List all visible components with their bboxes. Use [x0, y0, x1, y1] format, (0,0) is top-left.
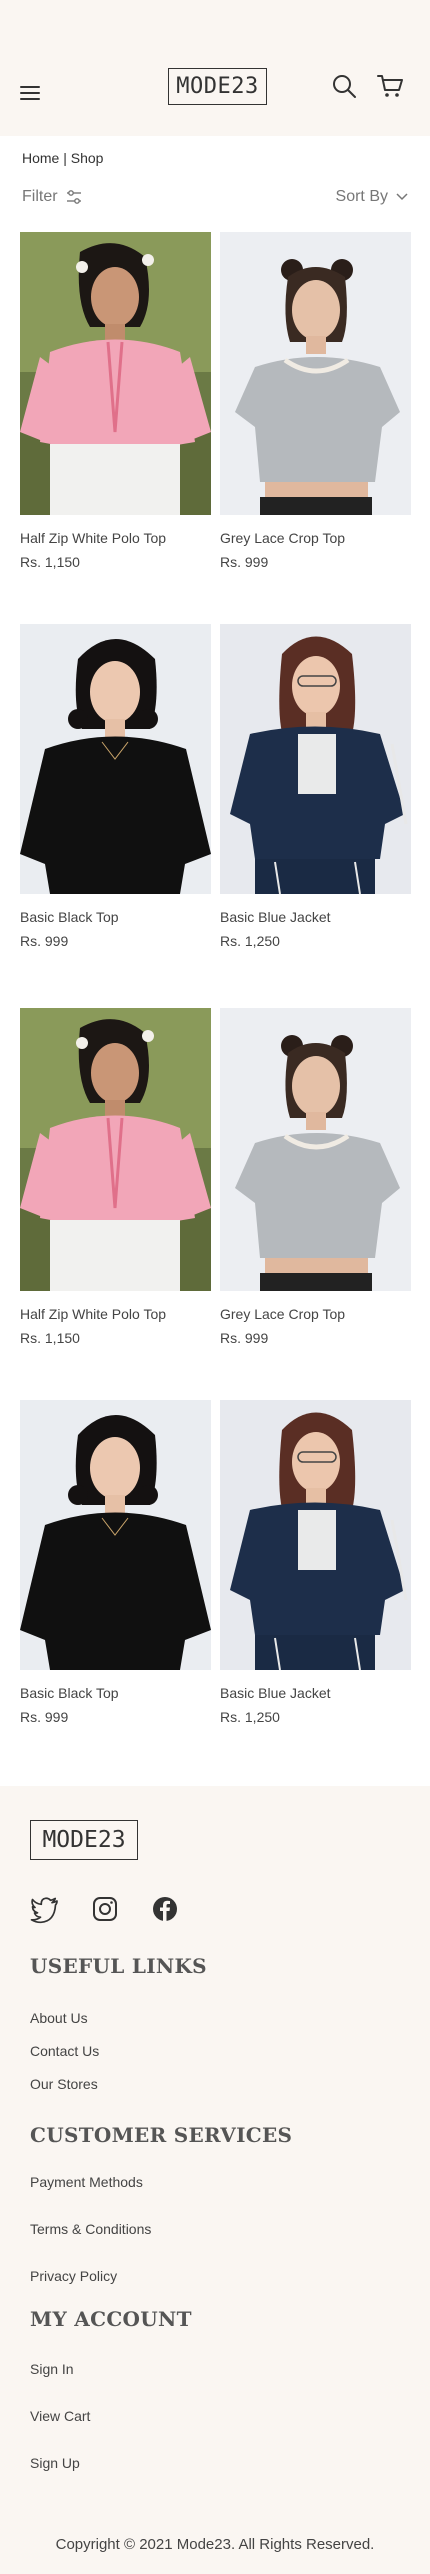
- product-name[interactable]: Grey Lace Crop Top: [220, 1306, 411, 1322]
- cart-icon[interactable]: [376, 72, 404, 100]
- sliders-icon: [66, 190, 81, 204]
- product-name[interactable]: Half Zip White Polo Top: [20, 530, 211, 546]
- useful-links-heading: USEFUL LINKS: [30, 1954, 207, 1978]
- footer-link-sign-in[interactable]: Sign In: [30, 2361, 74, 2377]
- my-account-heading: MY ACCOUNT: [30, 2307, 192, 2331]
- footer-logo[interactable]: MODE23: [30, 1820, 138, 1860]
- product-card[interactable]: Grey Lace Crop Top Rs. 999: [220, 232, 411, 570]
- product-name[interactable]: Basic Blue Jacket: [220, 909, 411, 925]
- product-image-pink-gingham-top[interactable]: [20, 1008, 211, 1291]
- product-card[interactable]: Grey Lace Crop Top Rs. 999: [220, 1008, 411, 1346]
- product-name[interactable]: Half Zip White Polo Top: [20, 1306, 211, 1322]
- footer-link-privacy-policy[interactable]: Privacy Policy: [30, 2268, 117, 2284]
- footer-link-sign-up[interactable]: Sign Up: [30, 2455, 80, 2471]
- footer-link-about-us[interactable]: About Us: [30, 2010, 88, 2026]
- sort-label: Sort By: [335, 188, 388, 205]
- product-card[interactable]: Basic Black Top Rs. 999: [20, 624, 211, 949]
- filter-sort-bar: Filter Sort By: [22, 186, 408, 208]
- product-price: Rs. 1,150: [20, 1330, 80, 1346]
- breadcrumb[interactable]: Home | Shop: [22, 150, 103, 166]
- customer-services-heading: CUSTOMER SERVICES: [30, 2123, 293, 2147]
- site-footer: MODE23 USEFUL LINKS About Us Contact Us …: [0, 1786, 430, 2574]
- instagram-icon[interactable]: [90, 1894, 120, 1924]
- product-image-black-top[interactable]: [20, 1400, 211, 1670]
- product-name[interactable]: Basic Blue Jacket: [220, 1685, 411, 1701]
- hamburger-menu-icon[interactable]: [20, 86, 40, 100]
- footer-link-our-stores[interactable]: Our Stores: [30, 2076, 98, 2092]
- header-actions: [330, 72, 404, 100]
- product-card[interactable]: Half Zip White Polo Top Rs. 1,150: [20, 1008, 211, 1346]
- product-price: Rs. 999: [220, 554, 269, 570]
- facebook-icon[interactable]: [150, 1894, 180, 1924]
- filter-label: Filter: [22, 188, 58, 205]
- product-price: Rs. 1,150: [20, 554, 80, 570]
- product-card[interactable]: Basic Blue Jacket Rs. 1,250: [220, 1400, 411, 1725]
- product-card[interactable]: Basic Black Top Rs. 999: [20, 1400, 211, 1725]
- product-image-pink-gingham-top[interactable]: [20, 232, 211, 515]
- product-name[interactable]: Grey Lace Crop Top: [220, 530, 411, 546]
- product-card[interactable]: Basic Blue Jacket Rs. 1,250: [220, 624, 411, 949]
- product-image-navy-jacket[interactable]: [220, 624, 411, 894]
- footer-link-payment-methods[interactable]: Payment Methods: [30, 2174, 143, 2190]
- site-header: MODE23: [0, 0, 430, 136]
- product-image-grey-crop-top[interactable]: [220, 232, 411, 515]
- sort-dropdown[interactable]: Sort By: [336, 188, 408, 206]
- product-price: Rs. 999: [20, 933, 69, 949]
- product-name[interactable]: Basic Black Top: [20, 909, 211, 925]
- product-price: Rs. 1,250: [220, 1709, 280, 1725]
- twitter-icon[interactable]: [30, 1894, 60, 1924]
- product-price: Rs. 1,250: [220, 933, 280, 949]
- product-price: Rs. 999: [220, 1330, 269, 1346]
- social-links: [30, 1894, 180, 1924]
- footer-link-view-cart[interactable]: View Cart: [30, 2408, 90, 2424]
- chevron-down-icon: [396, 193, 408, 201]
- footer-link-terms-conditions[interactable]: Terms & Conditions: [30, 2221, 151, 2237]
- footer-link-contact-us[interactable]: Contact Us: [30, 2043, 99, 2059]
- product-name[interactable]: Basic Black Top: [20, 1685, 211, 1701]
- filter-button[interactable]: Filter: [22, 188, 82, 206]
- product-image-navy-jacket[interactable]: [220, 1400, 411, 1670]
- product-price: Rs. 999: [20, 1709, 69, 1725]
- copyright-text: Copyright © 2021 Mode23. All Rights Rese…: [55, 2536, 375, 2553]
- site-logo[interactable]: MODE23: [168, 68, 267, 105]
- product-card[interactable]: Half Zip White Polo Top Rs. 1,150: [20, 232, 211, 570]
- search-icon[interactable]: [330, 72, 358, 100]
- product-image-grey-crop-top[interactable]: [220, 1008, 411, 1291]
- product-image-black-top[interactable]: [20, 624, 211, 894]
